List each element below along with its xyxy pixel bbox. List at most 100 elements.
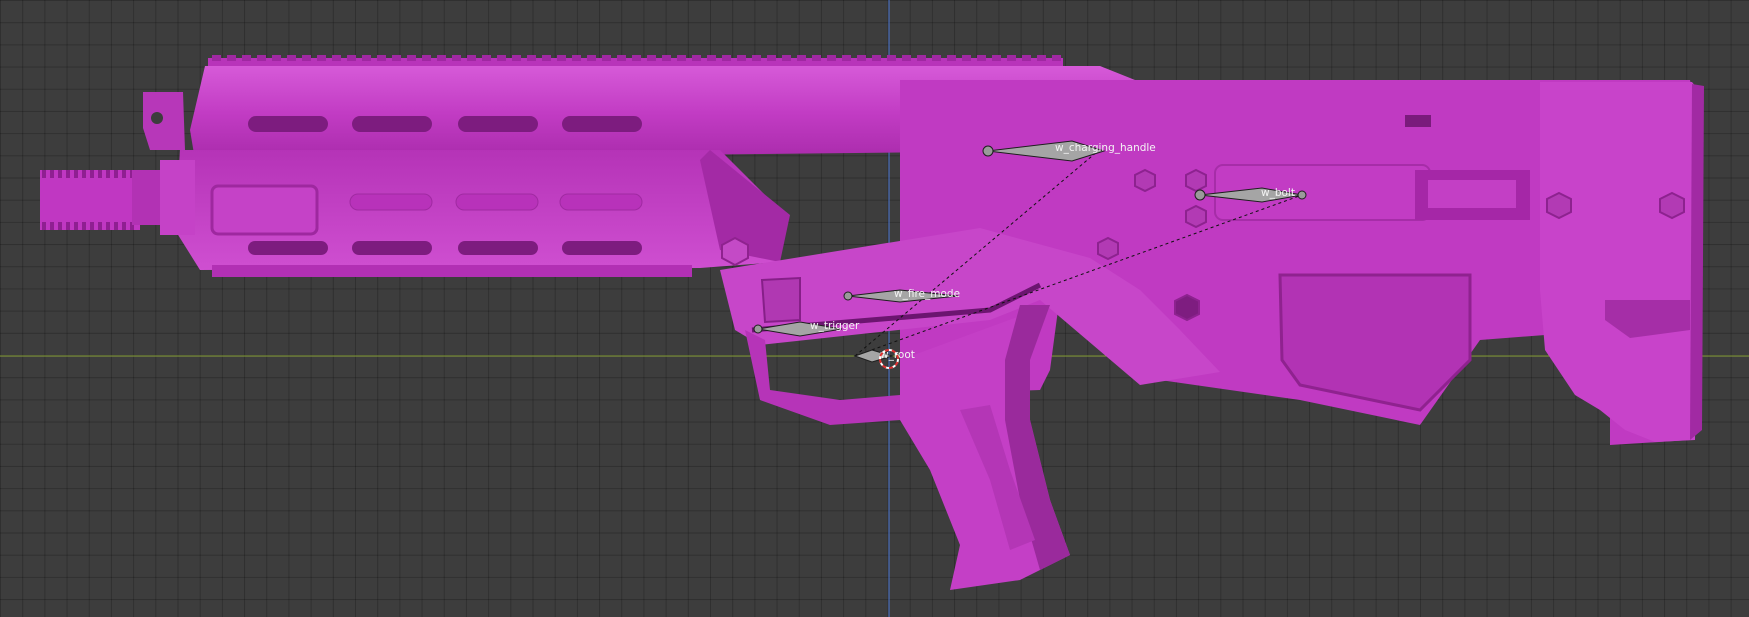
rail-tooth [677,55,686,61]
rail-tooth [617,55,626,61]
muzzle-tooth [50,222,54,230]
rail-tooth [212,55,221,61]
rail-tooth [557,55,566,61]
rail-tooth [722,55,731,61]
stock-top-slot [1405,115,1431,127]
rail-tooth [482,55,491,61]
rail-tooth [947,55,956,61]
bone-head [843,291,853,301]
muzzle-tooth [90,222,94,230]
rail-tooth [347,55,356,61]
rail-tooth [242,55,251,61]
bone-head [982,145,994,157]
rail-tooth [317,55,326,61]
rail-tooth [332,55,341,61]
rail-tooth [512,55,521,61]
rail-tooth [272,55,281,61]
rail-tooth [662,55,671,61]
muzzle-tooth [58,222,62,230]
rail-tooth [362,55,371,61]
trigger-guard [745,330,900,425]
bone-tail [1297,190,1307,200]
muzzle-tooth [66,222,70,230]
rail-tooth [572,55,581,61]
rail-tooth [872,55,881,61]
rail-tooth [437,55,446,61]
rail-tooth [992,55,1001,61]
muzzle-tooth [82,222,86,230]
bone-label-trigger: w_trigger [810,320,860,332]
muzzle-tooth [98,222,102,230]
muzzle-tooth [74,222,78,230]
rail-tooth [467,55,476,61]
rail-tooth [287,55,296,61]
rail-tooth [257,55,266,61]
rail-tooth [752,55,761,61]
rail-tooth [452,55,461,61]
muzzle-tooth [82,170,86,178]
rail-tooth [1052,55,1061,61]
rail-tooth [842,55,851,61]
muzzle-tooth [106,170,110,178]
rail-tooth [887,55,896,61]
rail-tooth [977,55,986,61]
butt-plate [1690,84,1704,440]
receiver-slot-inner [1428,180,1516,208]
bottom-rail [212,265,692,277]
rail-tooth [767,55,776,61]
stock-butt [1540,82,1700,442]
muzzle-tooth [42,222,46,230]
front-sling-loop [143,92,185,150]
muzzle-tooth [42,170,46,178]
rail-tooth [602,55,611,61]
muzzle-tooth [122,222,126,230]
rail-tooth [707,55,716,61]
3d-viewport[interactable]: w_charging_handle w_bolt w_fire_mode w_t… [0,0,1749,617]
rail-tooth [392,55,401,61]
rail-tooth [632,55,641,61]
rail-tooth [407,55,416,61]
rail-tooth [227,55,236,61]
rifle-model[interactable] [40,55,1704,590]
bone-label-fire-mode: w_fire_mode [894,288,960,300]
muzzle-tooth [98,170,102,178]
rail-tooth [812,55,821,61]
muzzle-tooth [122,170,126,178]
rail-tooth [827,55,836,61]
bone-label-bolt: w_bolt [1261,187,1295,199]
rail-tooth [377,55,386,61]
viewport-scene[interactable]: w_charging_handle w_bolt w_fire_mode w_t… [0,0,1749,617]
rail-tooth [302,55,311,61]
rail-tooth [917,55,926,61]
rail-tooth [692,55,701,61]
muzzle-tooth [74,170,78,178]
rail-tooth [932,55,941,61]
bone-head [1194,189,1206,201]
rail-tooth [1007,55,1016,61]
trigger-window [760,276,801,324]
rail-tooth [422,55,431,61]
rail-tooth [647,55,656,61]
rail-tooth [1037,55,1046,61]
muzzle-tooth [114,222,118,230]
bone-label-charging-handle: w_charging_handle [1055,142,1156,154]
muzzle-tooth [106,222,110,230]
sling-loop-hole [151,112,163,124]
bone-head [753,324,763,334]
handguard-slots-shallow [349,193,643,211]
rail-tooth [902,55,911,61]
muzzle-tooth [58,170,62,178]
rail-tooth [962,55,971,61]
rail-tooth [737,55,746,61]
muzzle-tooth [50,170,54,178]
rail-tooth [527,55,536,61]
side-rail [210,184,319,236]
muzzle-brake [40,160,195,235]
rail-tooth [1022,55,1031,61]
rail-tooth [587,55,596,61]
handguard-bolt [721,236,749,267]
muzzle-tooth [114,170,118,178]
rail-tooth [497,55,506,61]
rail-tooth [542,55,551,61]
muzzle-tooth [90,170,94,178]
